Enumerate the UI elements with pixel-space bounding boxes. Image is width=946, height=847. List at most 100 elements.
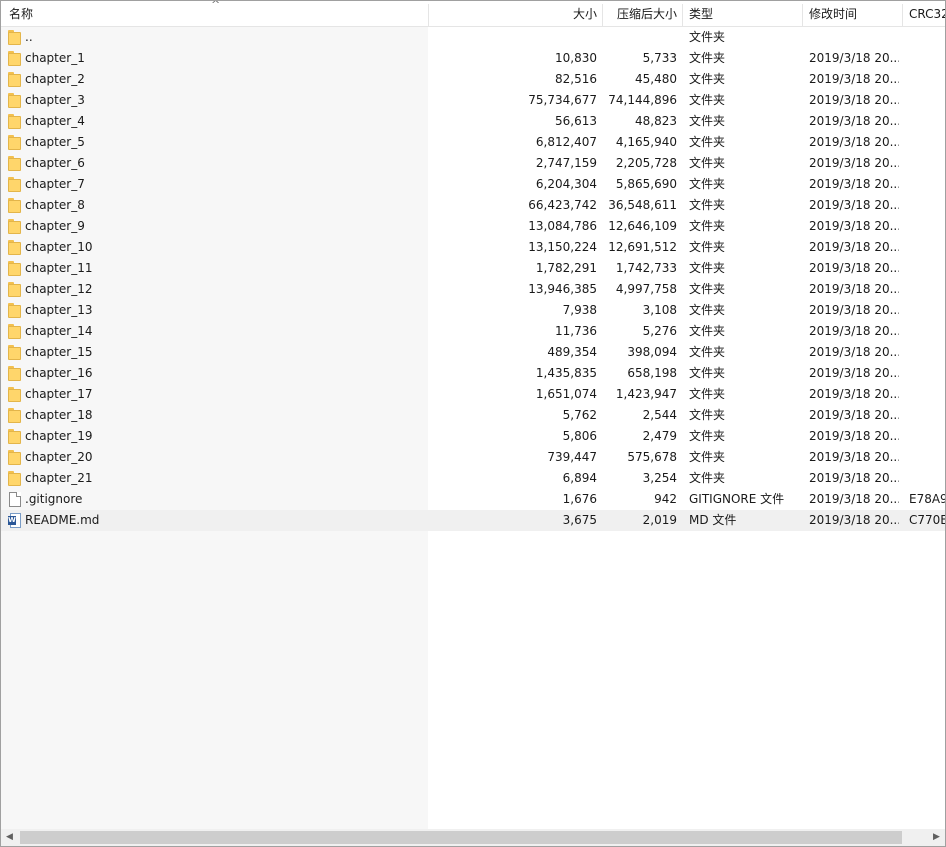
file-row[interactable]: chapter_5 6,812,407 4,165,940 文件夹 2019/3/18 … [1,132,945,153]
file-name: chapter_19 [25,429,93,443]
file-packed-size: 4,997,758 [615,282,677,296]
file-packed-size: 942 [654,492,677,506]
file-row[interactable]: chapter_13 7,938 3,108 文件夹 2019/3/18 20... [1,300,945,321]
file-row[interactable]: chapter_3 75,734,677 74,144,896 文件夹 2019/3/1… [1,90,945,111]
file-packed-size: 5,733 [642,51,677,65]
column-header-bar: 名称 ^ 大小 压缩后大小 类型 修改时间 CRC32 [1,1,945,27]
file-name: chapter_1 [25,51,85,65]
column-header-name-label: 名称 [9,7,34,21]
column-header-type[interactable]: 类型 [689,1,799,26]
column-header-packed-size-label: 压缩后大小 [616,7,677,21]
file-type: 文件夹 [689,30,726,44]
file-size: 66,423,742 [528,198,597,212]
file-type: 文件夹 [689,114,726,128]
file-crc [909,384,945,405]
file-size: 1,676 [562,492,597,506]
file-name: chapter_20 [25,450,93,464]
file-row[interactable]: chapter_6 2,747,159 2,205,728 文件夹 2019/3/18 … [1,153,945,174]
file-name: chapter_21 [25,471,93,485]
file-modified: 2019/3/18 20... [809,156,899,170]
file-modified: 2019/3/18 20... [809,51,899,65]
file-row[interactable]: .. 文件夹 [1,27,945,48]
file-size: 6,204,304 [535,177,597,191]
file-row[interactable]: chapter_20 739,447 575,678 文件夹 2019/3/18 20.… [1,447,945,468]
file-name: chapter_15 [25,345,93,359]
file-row[interactable]: chapter_4 56,613 48,823 文件夹 2019/3/18 20... [1,111,945,132]
file-size: 6,812,407 [535,135,597,149]
file-name: chapter_2 [25,72,85,86]
file-row[interactable]: chapter_1 10,830 5,733 文件夹 2019/3/18 20... [1,48,945,69]
file-name: chapter_13 [25,303,93,317]
column-header-crc[interactable]: CRC32 [909,1,945,26]
column-header-size-label: 大小 [572,7,597,21]
file-row[interactable]: chapter_11 1,782,291 1,742,733 文件夹 2019/3/18… [1,258,945,279]
file-name: chapter_3 [25,93,85,107]
file-modified: 2019/3/18 20... [809,177,899,191]
file-modified: 2019/3/18 20... [809,366,899,380]
file-size: 13,946,385 [528,282,597,296]
file-row[interactable]: chapter_12 13,946,385 4,997,758 文件夹 2019/3/1… [1,279,945,300]
file-crc: C770E [909,513,946,527]
file-modified: 2019/3/18 20... [809,471,899,485]
scrollbar-thumb[interactable] [20,831,902,844]
sort-ascending-icon: ^ [211,0,221,11]
file-modified: 2019/3/18 20... [809,219,899,233]
file-row[interactable]: chapter_9 13,084,786 12,646,109 文件夹 2019/3/1… [1,216,945,237]
folder-icon [8,51,22,66]
column-divider[interactable] [802,4,803,26]
file-row[interactable]: chapter_2 82,516 45,480 文件夹 2019/3/18 20... [1,69,945,90]
horizontal-scrollbar[interactable]: ◀ ▶ [1,829,945,846]
file-modified: 2019/3/18 20... [809,324,899,338]
column-divider[interactable] [602,4,603,26]
file-row[interactable]: chapter_7 6,204,304 5,865,690 文件夹 2019/3/18 … [1,174,945,195]
column-divider[interactable] [428,4,429,26]
file-modified: 2019/3/18 20... [809,408,899,422]
column-divider[interactable] [682,4,683,26]
file-row[interactable]: chapter_14 11,736 5,276 文件夹 2019/3/18 20... [1,321,945,342]
file-type: 文件夹 [689,408,726,422]
folder-icon [8,471,22,486]
file-type: 文件夹 [689,471,726,485]
file-crc [909,426,945,447]
file-row[interactable]: W README.md 3,675 2,019 MD 文件 2019/3/18 20...… [1,510,945,531]
file-modified: 2019/3/18 20... [809,72,899,86]
file-name: chapter_5 [25,135,85,149]
file-row[interactable]: chapter_18 5,762 2,544 文件夹 2019/3/18 20... [1,405,945,426]
file-crc [909,153,945,174]
file-packed-size: 5,865,690 [615,177,677,191]
file-row[interactable]: chapter_17 1,651,074 1,423,947 文件夹 2019/3/18… [1,384,945,405]
file-type: 文件夹 [689,387,726,401]
file-row[interactable]: chapter_16 1,435,835 658,198 文件夹 2019/3/18 2… [1,363,945,384]
file-modified: 2019/3/18 20... [809,282,899,296]
scroll-right-button[interactable]: ▶ [928,829,945,846]
column-divider[interactable] [902,4,903,26]
folder-icon [8,345,22,360]
column-header-packed-size[interactable]: 压缩后大小 [605,1,677,26]
file-row[interactable]: .gitignore 1,676 942 GITIGNORE 文件 2019/3/18 … [1,489,945,510]
file-modified: 2019/3/18 20... [809,345,899,359]
scroll-left-button[interactable]: ◀ [1,829,18,846]
folder-icon [8,198,22,213]
file-name: chapter_10 [25,240,93,254]
file-type: 文件夹 [689,51,726,65]
file-row[interactable]: chapter_15 489,354 398,094 文件夹 2019/3/18 20.… [1,342,945,363]
file-row[interactable]: chapter_19 5,806 2,479 文件夹 2019/3/18 20... [1,426,945,447]
file-packed-size: 3,254 [642,471,677,485]
file-row[interactable]: chapter_21 6,894 3,254 文件夹 2019/3/18 20... [1,468,945,489]
file-size: 1,435,835 [535,366,597,380]
folder-icon [8,387,22,402]
file-name: chapter_16 [25,366,93,380]
file-size: 10,830 [555,51,597,65]
doc-icon: W [8,513,22,528]
file-name: .. [25,30,33,44]
file-row[interactable]: chapter_8 66,423,742 36,548,611 文件夹 2019/3/1… [1,195,945,216]
file-type: GITIGNORE 文件 [689,492,785,506]
file-row[interactable]: chapter_10 13,150,224 12,691,512 文件夹 2019/3/… [1,237,945,258]
column-header-modified-label: 修改时间 [809,7,858,21]
column-header-size[interactable]: 大小 [431,1,597,26]
arrow-left-icon: ◀ [6,832,13,842]
column-header-modified[interactable]: 修改时间 [809,1,899,26]
file-name: chapter_12 [25,282,93,296]
file-packed-size: 45,480 [635,72,677,86]
folder-icon [8,303,22,318]
